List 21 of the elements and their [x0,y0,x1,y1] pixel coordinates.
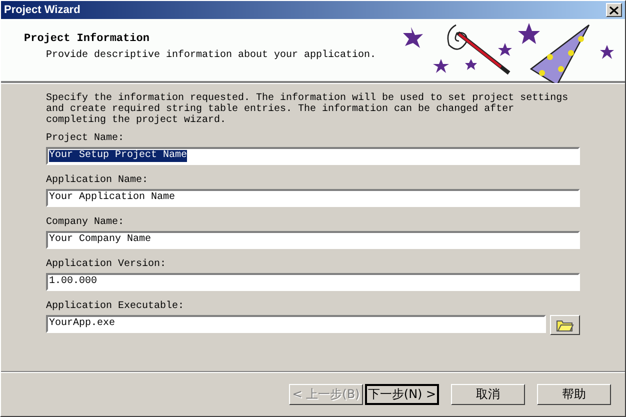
field-label: Application Executable: [46,301,186,313]
wizard-button[interactable]: 帮助 [537,384,611,404]
field-label: Company Name: [46,217,126,229]
browse-button[interactable] [550,315,580,335]
input-field[interactable]: Your Setup Project Name [46,147,580,165]
instructions-text: Specify the information requested. The information will be used to set project settings and create required string table entries. The information can be changed after completing the project wizard. [46,93,570,126]
window-title: Project Wizard [4,4,80,16]
close-icon [609,6,619,14]
input-field[interactable]: Your Company Name [46,231,580,249]
field-label: Project Name: [46,133,126,145]
field-label: Application Name: [46,175,150,187]
close-button[interactable] [606,3,622,17]
input-field[interactable]: 1.00.000 [46,273,580,291]
page-title: Project Information [24,33,150,45]
wizard-button[interactable]: 下一步(N) > [365,384,439,404]
wizard-button[interactable]: 取消 [451,384,525,404]
page-subtitle: Provide descriptive information about your application. [45,50,376,61]
folder-icon [556,318,574,332]
input-field[interactable]: YourApp.exe [46,315,546,333]
field-label: Application Version: [46,259,168,271]
input-field[interactable]: Your Application Name [46,189,580,207]
